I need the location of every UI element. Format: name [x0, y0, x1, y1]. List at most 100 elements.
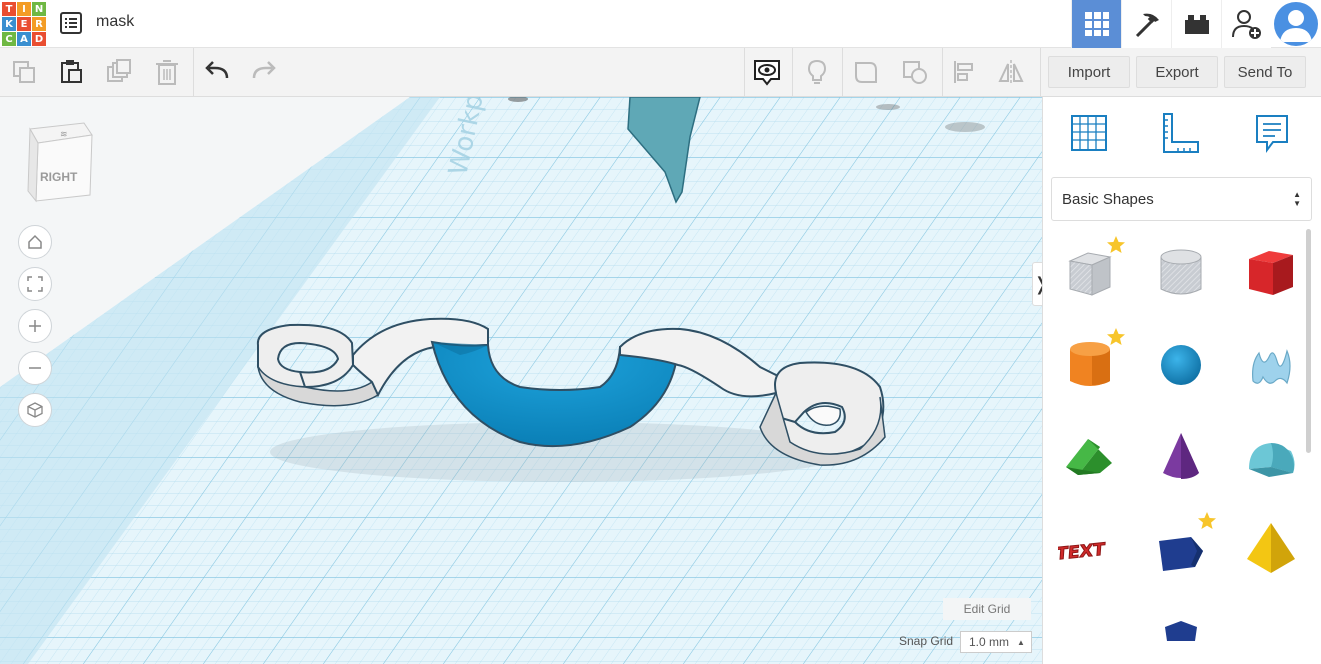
home-icon [28, 234, 42, 249]
user-avatar-icon [1280, 10, 1312, 42]
blocks-view-button[interactable] [1121, 0, 1171, 48]
caret-up-icon: ▲ [1017, 637, 1025, 647]
shape-polygon[interactable] [1147, 512, 1216, 583]
zoom-in-button[interactable] [18, 309, 52, 343]
edit-toolbar: Import Export Send To [0, 48, 1321, 97]
show-all-icon [754, 60, 780, 86]
view-cube-face-label: RIGHT [40, 170, 78, 184]
notes-icon [1256, 115, 1288, 153]
shape-cylinder-hole[interactable] [1147, 239, 1215, 307]
notes-toggle-button[interactable] [799, 55, 835, 89]
top-bar: T I N K E R C A D mask [0, 0, 1321, 48]
align-button[interactable] [946, 55, 982, 89]
invite-user-button[interactable] [1221, 0, 1271, 48]
shape-category-value: Basic Shapes [1062, 190, 1154, 208]
user-menu[interactable] [1271, 0, 1321, 48]
pickaxe-icon [1135, 13, 1159, 38]
snap-grid-select[interactable]: 1.0 mm ▲ [960, 631, 1032, 653]
delete-button[interactable] [149, 55, 185, 89]
tinkercad-logo[interactable]: T I N K E R C A D [2, 2, 46, 46]
logo-letter: A [17, 32, 31, 46]
group-button[interactable] [848, 55, 884, 89]
paste-icon [61, 60, 82, 83]
shapes-scrollbar[interactable] [1306, 229, 1311, 453]
logo-letter: I [17, 2, 31, 16]
shape-partial[interactable] [1147, 607, 1215, 664]
logo-letter: N [32, 2, 46, 16]
send-to-button[interactable]: Send To [1224, 56, 1306, 88]
fit-view-icon [27, 276, 43, 292]
shape-pyramid[interactable] [1237, 515, 1305, 583]
copy-icon [13, 61, 35, 83]
workplane-grid[interactable]: Workplane [0, 97, 1042, 664]
shape-text[interactable]: TEXT [1056, 515, 1124, 583]
export-button[interactable]: Export [1136, 56, 1218, 88]
favorite-star-icon [1107, 236, 1125, 253]
ungroup-button[interactable] [897, 55, 933, 89]
favorite-star-icon [1198, 512, 1216, 529]
logo-letter: C [2, 32, 16, 46]
zoom-in-icon [29, 320, 41, 332]
shape-roof[interactable] [1056, 423, 1124, 491]
show-all-button[interactable] [749, 55, 785, 89]
group-icon [855, 62, 877, 83]
logo-letter: E [17, 17, 31, 31]
ungroup-icon [903, 61, 927, 84]
zoom-out-button[interactable] [18, 351, 52, 385]
shape-cylinder[interactable] [1056, 328, 1125, 399]
logo-letter: T [2, 2, 16, 16]
perspective-icon [27, 402, 43, 418]
view-cube-top-icon: ≋ [60, 130, 68, 140]
snap-grid-value: 1.0 mm [969, 635, 1010, 649]
shape-sphere[interactable] [1147, 331, 1215, 399]
logo-letter: K [2, 17, 16, 31]
select-arrows-icon: ▲ ▼ [1293, 190, 1301, 208]
workplane-viewport[interactable]: Workplane ≋ RIGHT Edit Grid Snap Grid 1.… [0, 97, 1042, 664]
mirror-button[interactable] [993, 55, 1029, 89]
redo-button[interactable] [246, 55, 282, 89]
light-bulb-icon [807, 59, 827, 84]
delete-icon [156, 60, 178, 85]
undo-icon [205, 61, 229, 79]
workplane-tool-button[interactable] [1065, 109, 1113, 157]
notes-tool-button[interactable] [1248, 109, 1296, 157]
align-icon [954, 61, 973, 83]
view-cube[interactable]: ≋ RIGHT [24, 121, 96, 203]
logo-letter: D [32, 32, 46, 46]
copy-button[interactable] [6, 55, 42, 89]
perspective-button[interactable] [18, 393, 52, 427]
shape-round-roof[interactable] [1237, 423, 1305, 491]
ruler-icon [1163, 113, 1199, 153]
redo-icon [252, 61, 276, 79]
edit-grid-button[interactable]: Edit Grid [943, 598, 1031, 620]
logo-letter: R [32, 17, 46, 31]
import-button[interactable]: Import [1048, 56, 1130, 88]
fit-view-button[interactable] [18, 267, 52, 301]
zoom-out-icon [29, 367, 41, 369]
shape-scribble[interactable] [1237, 331, 1305, 399]
avatar[interactable] [1274, 2, 1318, 46]
undo-button[interactable] [199, 55, 235, 89]
snap-grid-label: Snap Grid [899, 634, 954, 648]
3d-design-view-button[interactable] [1071, 0, 1121, 48]
shape-box[interactable] [1237, 239, 1305, 307]
ruler-tool-button[interactable] [1155, 109, 1203, 157]
shape-cone[interactable] [1147, 423, 1215, 491]
paste-button[interactable] [53, 55, 89, 89]
bricks-view-button[interactable] [1171, 0, 1221, 48]
list-icon [60, 12, 82, 34]
favorite-star-icon [1107, 328, 1125, 345]
grid-view-icon [1084, 12, 1109, 36]
home-view-button[interactable] [18, 225, 52, 259]
shape-box-hole[interactable] [1056, 236, 1125, 307]
shape-category-select[interactable]: Basic Shapes ▲ ▼ [1051, 177, 1312, 221]
design-title[interactable]: mask [96, 13, 134, 31]
shapes-panel: Basic Shapes ▲ ▼ TEXT [1042, 97, 1321, 664]
duplicate-button[interactable] [101, 55, 137, 89]
mirror-icon [998, 60, 1024, 84]
tinkercad-app: T I N K E R C A D mask Import Export Sen… [0, 0, 1321, 664]
bricks-icon [1184, 15, 1209, 34]
design-list-button[interactable] [58, 11, 84, 37]
top-right-actions [1071, 0, 1321, 48]
workplane-icon [1071, 115, 1107, 151]
